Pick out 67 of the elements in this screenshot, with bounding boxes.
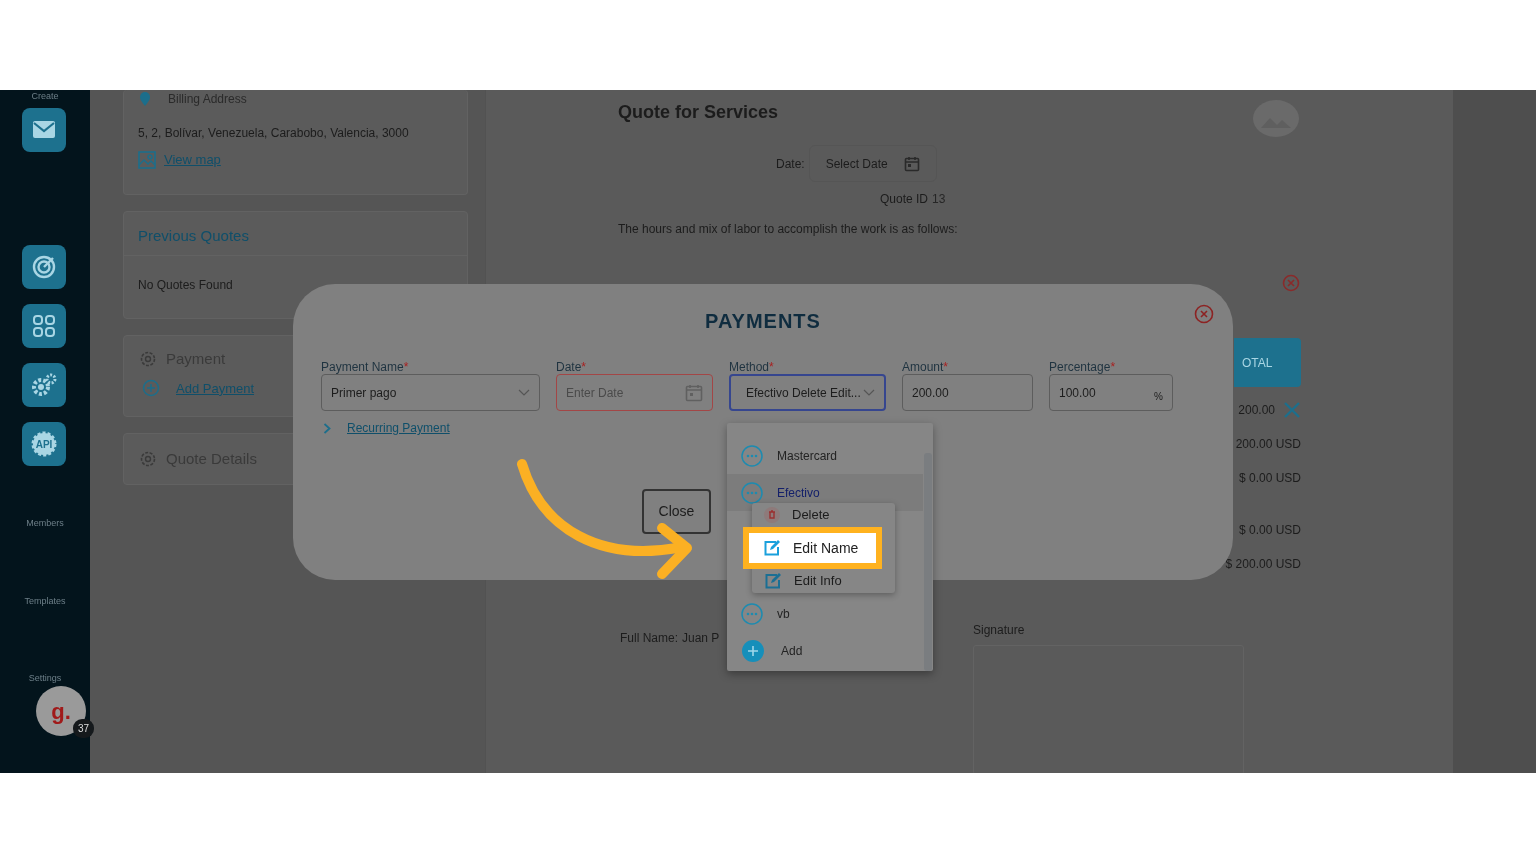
remove-icon[interactable] (1283, 401, 1301, 419)
chevron-down-icon (518, 388, 530, 397)
total-amount: $ 0.00 USD (1238, 470, 1301, 487)
menu-item[interactable]: Edit Name (743, 527, 882, 569)
total-amount: $ 200.00 USD (1225, 556, 1301, 573)
trash-icon (764, 507, 780, 523)
select-field[interactable]: Primer pago (321, 374, 540, 411)
close-button[interactable]: Close (642, 489, 711, 534)
scrollbar[interactable] (924, 453, 932, 671)
quote-id-label: Quote ID (880, 191, 929, 208)
add-icon (741, 638, 765, 663)
more-icon (741, 602, 763, 625)
select-field[interactable]: Efectivo Delete Edit... (729, 374, 886, 411)
calendar-icon (903, 155, 920, 172)
sidebar-label[interactable]: Members (0, 517, 90, 531)
total-button[interactable]: OTAL (1234, 338, 1301, 387)
sidebar-label[interactable]: Create (0, 90, 90, 104)
menu-item[interactable]: Edit Info (752, 569, 895, 593)
intro-text: The hours and mix of labor to accomplish the work is as follows: (618, 221, 959, 238)
api-label: API (35, 437, 53, 452)
gears-icon (30, 371, 58, 399)
gear-icon (30, 430, 58, 458)
dropdown-item[interactable]: vb (727, 595, 923, 632)
sidebar-tile[interactable] (22, 304, 66, 348)
calendar-icon (685, 383, 703, 402)
full-name-label: Full Name: (620, 630, 678, 647)
grid-icon (30, 312, 58, 340)
sidebar-tile[interactable] (22, 245, 66, 289)
empty-message: No Quotes Found (137, 276, 234, 294)
input-field[interactable]: 100.00 % (1049, 374, 1173, 411)
pin-icon (138, 92, 152, 106)
signature-label: Signature (973, 622, 1026, 639)
sidebar-label[interactable]: Templates (0, 595, 90, 609)
dropdown-item[interactable]: Add (727, 632, 923, 669)
more-icon (741, 481, 763, 504)
card-title: Previous Quotes (124, 212, 467, 256)
chevron-right-icon (323, 422, 331, 434)
address-text: 5, 2, Bolívar, Venezuela, Carabobo, Valencia, 3000 (138, 125, 410, 142)
recurring-payment-link[interactable]: Recurring Payment (347, 419, 450, 437)
sidebar-tile[interactable]: API (22, 422, 66, 466)
document-title: Quote for Services (618, 101, 779, 124)
field-label: Percentage* (1049, 359, 1117, 374)
field-label: Method* (729, 359, 775, 374)
sidebar-tile[interactable] (22, 108, 66, 152)
dropdown-item[interactable]: Mastercard (727, 437, 923, 474)
close-icon[interactable] (1282, 274, 1300, 292)
target-icon (30, 253, 58, 281)
date-label: Date: (776, 155, 805, 173)
edit-icon (763, 539, 781, 557)
sidebar-label[interactable]: Settings (0, 672, 90, 686)
modal-title: PAYMENTS (705, 309, 821, 334)
total-amount: 200.00 (1238, 402, 1275, 419)
input-field[interactable]: 200.00 (902, 374, 1033, 411)
close-icon[interactable] (1194, 304, 1214, 324)
total-amount: 200.00 USD (1235, 436, 1301, 453)
chevron-down-icon (863, 388, 875, 397)
total-amount: $ 0.00 USD (1238, 522, 1301, 539)
date-picker-button[interactable]: Select Date (808, 145, 937, 182)
field-label: Payment Name* (321, 359, 410, 374)
map-icon (138, 150, 156, 169)
field-label: Date* (556, 359, 588, 374)
sidebar-tile[interactable] (22, 363, 66, 407)
field-label: Amount* (902, 359, 950, 374)
more-icon (741, 444, 763, 467)
add-icon (142, 379, 160, 398)
edit-icon (764, 572, 782, 590)
full-name-value: Juan P (682, 630, 720, 647)
